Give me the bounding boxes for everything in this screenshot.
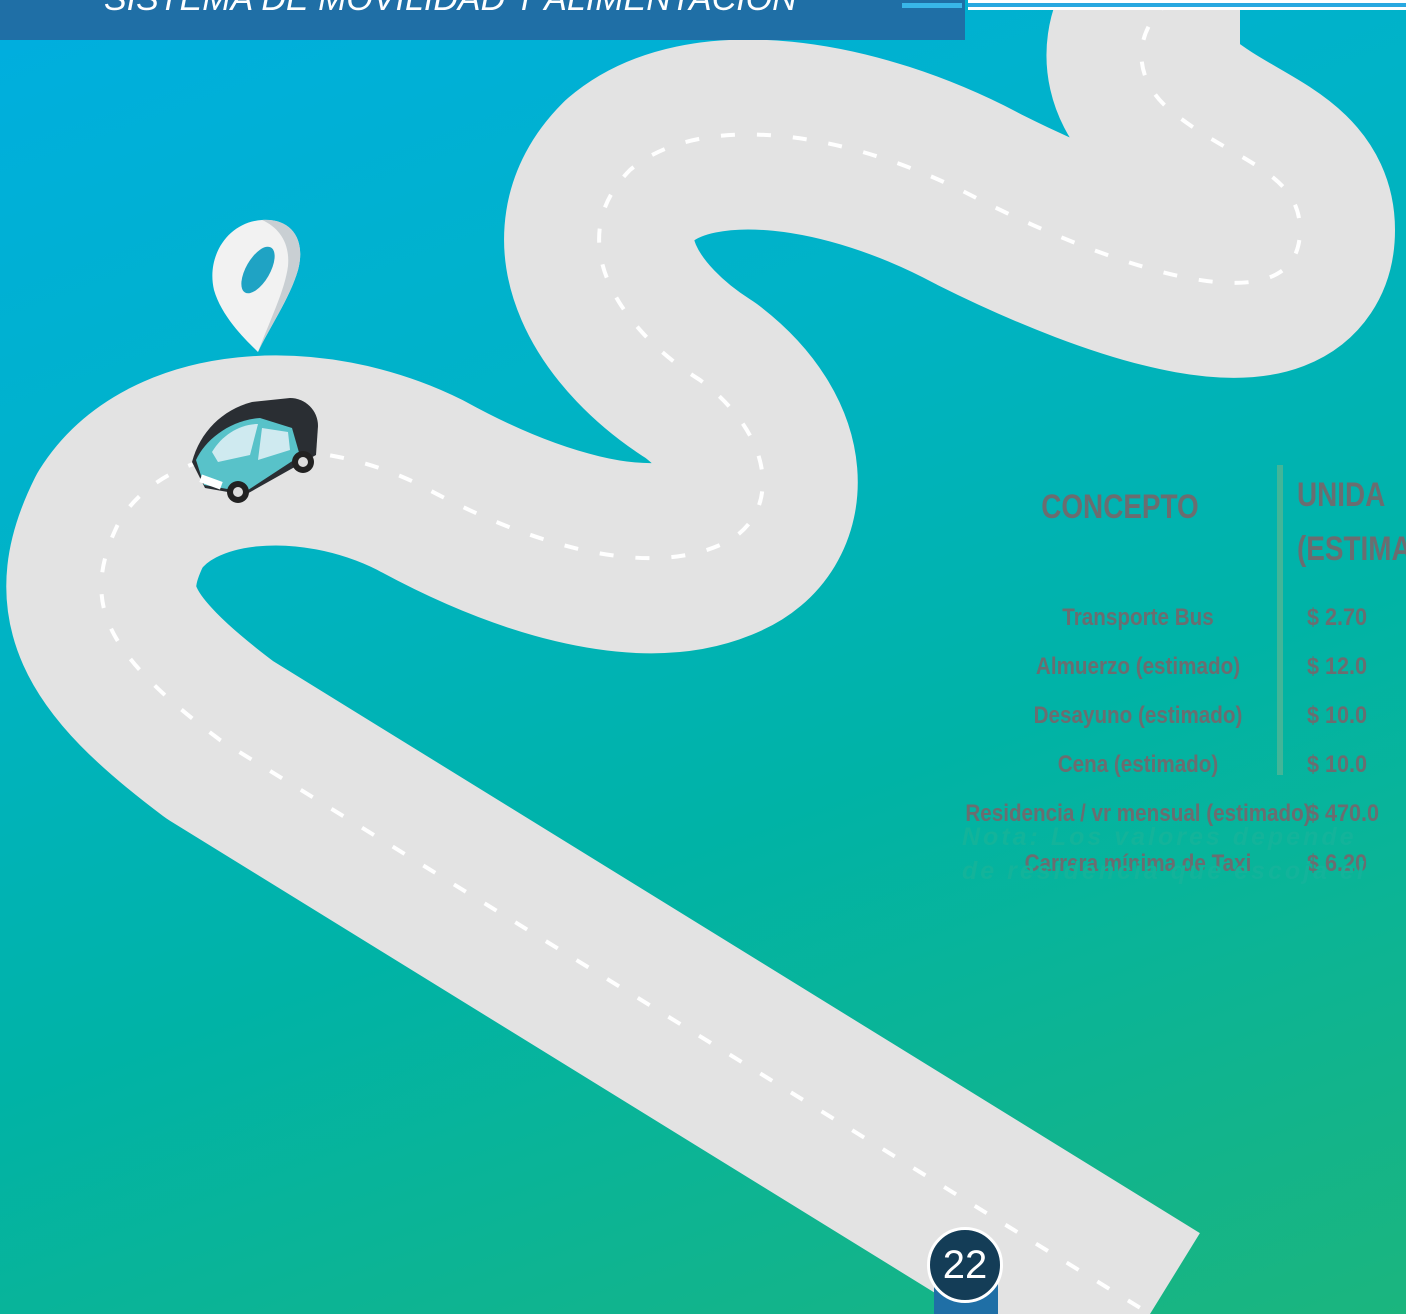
row-concept: Transporte Bus bbox=[1062, 604, 1214, 631]
note-line1: Nota: Los valores depende bbox=[962, 823, 1357, 851]
row-concept: Almuerzo (estimado) bbox=[1035, 653, 1241, 680]
cost-table: CONCEPTO UNIDA (ESTIMA Transporte Bus $ … bbox=[0, 0, 1406, 1314]
page-number: 22 bbox=[942, 1242, 988, 1287]
page-number-badge: 22 bbox=[927, 1227, 1003, 1303]
row-value: $ 10.0 bbox=[1307, 751, 1368, 778]
note-line2: de residencia que escoja el bbox=[962, 857, 1367, 885]
row-value: $ 2.70 bbox=[1307, 604, 1368, 631]
concept-column-header: CONCEPTO bbox=[1041, 488, 1199, 526]
row-value: $ 12.0 bbox=[1307, 653, 1368, 680]
note: Nota: Los valores depende de residencia … bbox=[962, 820, 1367, 888]
unit-header-line2: (ESTIMA bbox=[1297, 530, 1406, 568]
unit-header-line1: UNIDA bbox=[1297, 476, 1386, 514]
page: SISTEMA DE MOVILIDAD Y ALIMENTACIÓN CONC… bbox=[0, 0, 1406, 1314]
row-value: $ 10.0 bbox=[1307, 702, 1368, 729]
row-concept: Cena (estimado) bbox=[1057, 751, 1219, 778]
row-concept: Desayuno (estimado) bbox=[1033, 702, 1243, 729]
unit-column-header: UNIDA (ESTIMA bbox=[1297, 468, 1406, 576]
